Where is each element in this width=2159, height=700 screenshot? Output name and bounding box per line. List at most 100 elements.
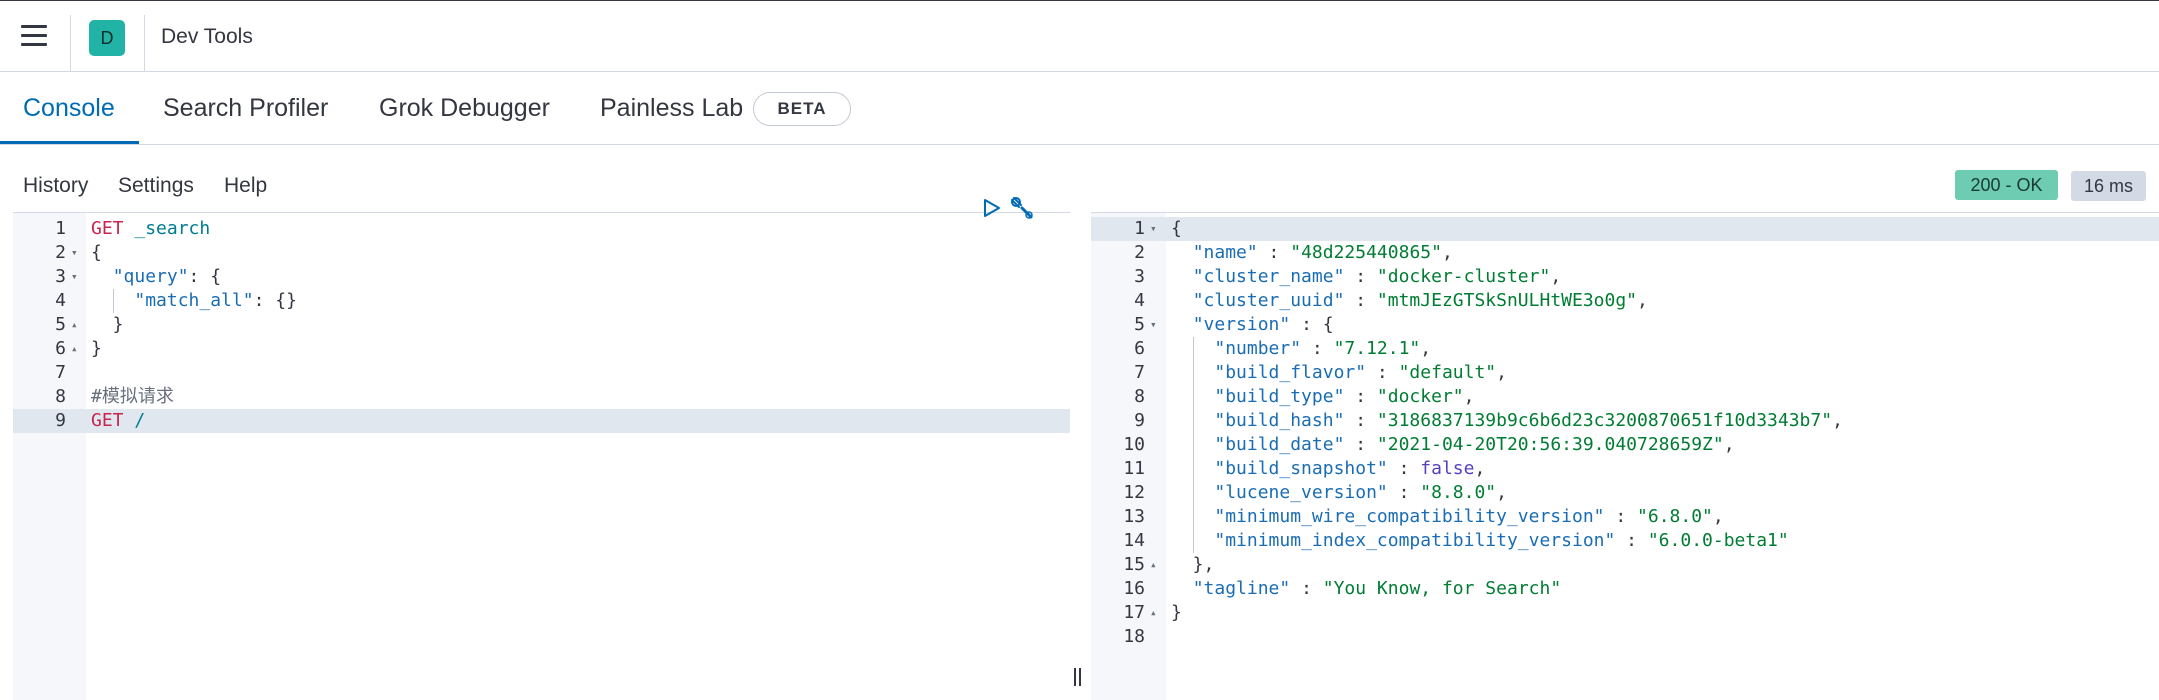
hamburger-icon[interactable] — [21, 25, 47, 47]
fold-open-icon[interactable]: ▾ — [1150, 217, 1157, 241]
request-line[interactable]: 2 ▾ { — [13, 241, 1070, 265]
response-line[interactable]: 17 ▴} — [1091, 601, 2159, 625]
play-icon[interactable] — [980, 197, 1002, 219]
help-link[interactable]: Help — [224, 174, 267, 198]
line-number: 8 — [55, 386, 66, 407]
code-token: "build_type" — [1214, 386, 1345, 407]
code-token: , — [1496, 482, 1507, 503]
tab-search-profiler[interactable]: Search Profiler — [163, 94, 328, 123]
line-number: 14 — [1123, 530, 1145, 551]
code-token: : { — [188, 266, 222, 287]
fold-open-icon[interactable]: ▾ — [71, 241, 78, 265]
code-text: #模拟请求 — [91, 385, 174, 409]
request-editor[interactable]: 1 GET _search 2 ▾ {3 ▾ "query": {4 "match_all… — [13, 212, 1070, 700]
request-line[interactable]: 8 #模拟请求 — [13, 385, 1070, 409]
fold-close-icon[interactable]: ▴ — [71, 337, 78, 361]
fold-close-icon[interactable]: ▴ — [1150, 601, 1157, 625]
request-line[interactable]: 9 GET / — [13, 409, 1070, 433]
status-badge: 200 - OK — [1955, 170, 2058, 200]
response-line[interactable]: 4 "cluster_uuid" : "mtmJEzGTSkSnULHtWE3o… — [1091, 289, 2159, 313]
code-token: "docker" — [1376, 386, 1464, 407]
code-token: "build_hash" — [1214, 410, 1345, 431]
code-token: : — [1344, 266, 1377, 287]
code-text: "lucene_version" : "8.8.0", — [1171, 481, 1507, 505]
settings-link[interactable]: Settings — [118, 174, 194, 198]
space-avatar[interactable]: D — [89, 20, 125, 56]
response-line[interactable]: 5 ▾ "version" : { — [1091, 313, 2159, 337]
response-editor[interactable]: 1 ▾{2 "name" : "48d225440865", 3 "cluster_… — [1091, 212, 2159, 700]
response-line[interactable]: 15 ▴ }, — [1091, 553, 2159, 577]
request-line[interactable]: 6 ▴} — [13, 337, 1070, 361]
response-line[interactable]: 12 "lucene_version" : "8.8.0", — [1091, 481, 2159, 505]
response-line[interactable]: 18 — [1091, 625, 2159, 649]
line-number: 15 — [1123, 554, 1145, 575]
code-token: { — [91, 242, 102, 263]
code-token: : — [1301, 338, 1334, 359]
history-link[interactable]: History — [23, 174, 88, 198]
response-line[interactable]: 8 "build_type" : "docker", — [1091, 385, 2159, 409]
code-token: , — [1712, 506, 1724, 527]
line-number: 4 — [55, 290, 66, 311]
response-line[interactable]: 11 "build_snapshot" : false, — [1091, 457, 2159, 481]
app-header: D Dev Tools — [0, 0, 2159, 73]
line-number: 2 — [55, 242, 66, 263]
response-line[interactable]: 3 "cluster_name" : "docker-cluster", — [1091, 265, 2159, 289]
code-token: : {} — [253, 290, 297, 311]
response-line[interactable]: 10 "build_date" : "2021-04-20T20:56:39.0… — [1091, 433, 2159, 457]
request-line[interactable]: 5 ▴ } — [13, 313, 1070, 337]
code-text: } — [91, 313, 124, 337]
fold-open-icon[interactable]: ▾ — [71, 265, 78, 289]
wrench-icon[interactable] — [1008, 194, 1036, 222]
code-text: { — [1171, 217, 1182, 241]
code-token: : — [1290, 578, 1323, 599]
code-token: "6.0.0-beta1" — [1647, 530, 1789, 551]
request-line[interactable]: 7 — [13, 361, 1070, 385]
fold-close-icon[interactable]: ▴ — [71, 313, 78, 337]
request-line[interactable]: 1 GET _search — [13, 217, 1070, 241]
code-token: "tagline" — [1192, 578, 1291, 599]
line-number: 3 — [1134, 266, 1145, 287]
line-number: 11 — [1123, 458, 1145, 479]
fold-close-icon[interactable]: ▴ — [1150, 553, 1157, 577]
code-token: , — [1832, 410, 1843, 431]
request-line[interactable]: 3 ▾ "query": { — [13, 265, 1070, 289]
line-number: 5 — [55, 314, 66, 335]
tab-grok-debugger[interactable]: Grok Debugger — [379, 94, 550, 123]
code-text: "build_snapshot" : false, — [1171, 457, 1485, 481]
line-number: 5 — [1134, 314, 1145, 335]
code-token: "lucene_version" — [1214, 482, 1388, 503]
tab-painless-lab[interactable]: Painless Lab — [600, 94, 743, 123]
line-number: 7 — [55, 362, 66, 383]
response-line[interactable]: 7 "build_flavor" : "default", — [1091, 361, 2159, 385]
request-line[interactable]: 4 "match_all": {} — [13, 289, 1070, 313]
code-text: } — [91, 337, 102, 361]
code-token: "cluster_name" — [1192, 266, 1345, 287]
response-line[interactable]: 13 "minimum_wire_compatibility_version" … — [1091, 505, 2159, 529]
response-line[interactable]: 14 "minimum_index_compatibility_version"… — [1091, 529, 2159, 553]
code-text: "version" : { — [1171, 313, 1334, 337]
fold-open-icon[interactable]: ▾ — [1150, 313, 1157, 337]
indent-guide — [1193, 337, 1194, 553]
code-text: "cluster_name" : "docker-cluster", — [1171, 265, 1561, 289]
header-divider — [144, 15, 145, 73]
code-token: } — [91, 314, 124, 335]
header-divider — [70, 15, 71, 73]
line-number: 12 — [1123, 482, 1145, 503]
code-token: }, — [1171, 554, 1215, 575]
code-token: , — [1441, 242, 1453, 263]
code-token: "mtmJEzGTSkSnULHtWE3o0g" — [1376, 290, 1638, 311]
response-line[interactable]: 2 "name" : "48d225440865", — [1091, 241, 2159, 265]
tab-console[interactable]: Console — [23, 94, 115, 123]
pane-resize-icon[interactable] — [1074, 668, 1084, 690]
code-token: , — [1723, 434, 1735, 455]
response-line[interactable]: 16 "tagline" : "You Know, for Search" — [1091, 577, 2159, 601]
line-number: 8 — [1134, 386, 1145, 407]
response-line[interactable]: 9 "build_hash" : "3186837139b9c6b6d23c32… — [1091, 409, 2159, 433]
response-line[interactable]: 6 "number" : "7.12.1", — [1091, 337, 2159, 361]
line-number: 7 — [1134, 362, 1145, 383]
response-line[interactable]: 1 ▾ { — [1091, 217, 2159, 241]
